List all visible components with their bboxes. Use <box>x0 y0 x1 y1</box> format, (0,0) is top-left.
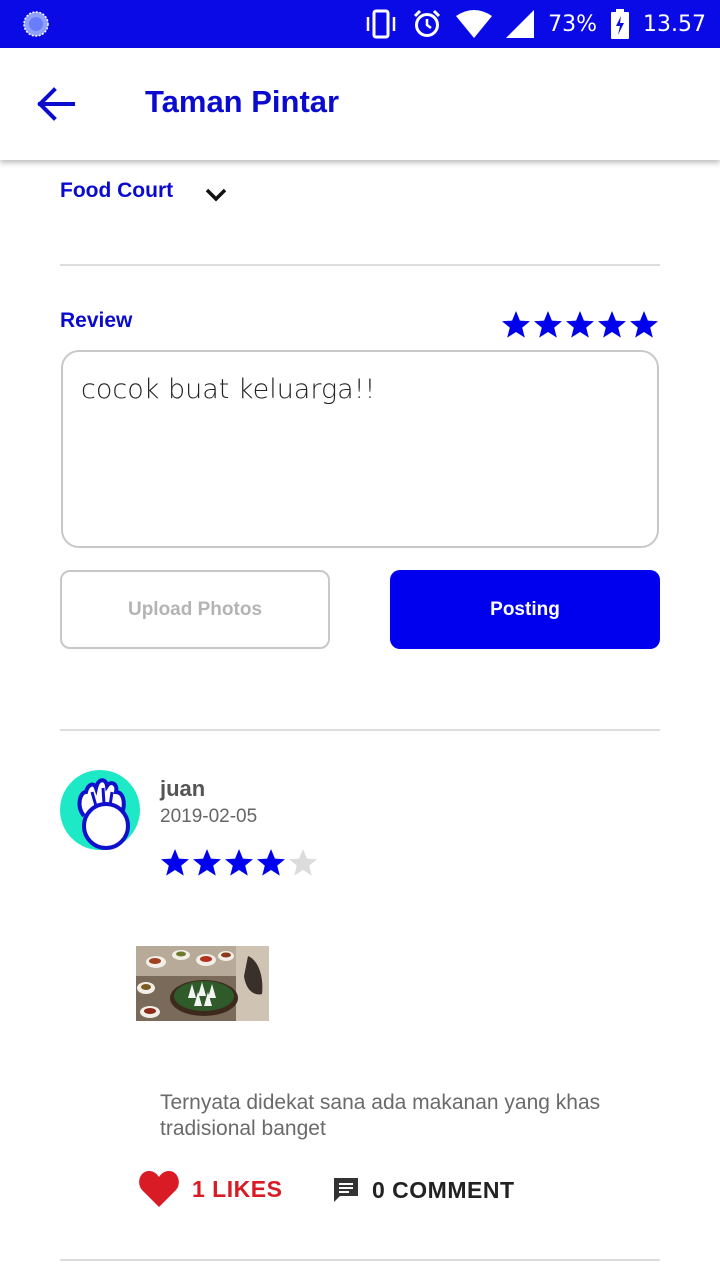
rating-input[interactable] <box>501 310 659 340</box>
battery-percent: 73% <box>548 11 598 37</box>
category-dropdown[interactable]: Food Court <box>60 178 229 204</box>
star-icon <box>193 849 221 876</box>
page-title: Taman Pintar <box>145 84 340 119</box>
post-text: Ternyata didekat sana ada makanan yang k… <box>160 1091 601 1140</box>
post-date: 2019-02-05 <box>160 806 258 827</box>
star-icon[interactable] <box>533 310 563 340</box>
category-label: Food Court <box>60 179 174 202</box>
review-textarea[interactable]: cocok buat keluarga!! <box>61 350 659 548</box>
divider <box>60 264 660 266</box>
chevron-down-icon <box>205 188 227 202</box>
arrow-back-icon[interactable] <box>36 86 76 122</box>
avatar <box>60 770 140 850</box>
vibrate-icon <box>366 9 396 39</box>
post-photo[interactable] <box>136 946 269 1021</box>
star-icon <box>225 849 253 876</box>
like-button[interactable]: 1 LIKES <box>138 1170 282 1208</box>
post-rating <box>160 848 318 878</box>
star-icon[interactable] <box>629 310 659 340</box>
review-label: Review <box>60 309 133 332</box>
heart-icon <box>139 1171 179 1207</box>
star-icon <box>289 849 317 876</box>
wifi-icon <box>456 10 493 38</box>
alarm-icon <box>414 9 441 37</box>
star-icon[interactable] <box>597 310 627 340</box>
likes-count: 1 LIKES <box>192 1175 283 1202</box>
star-icon <box>257 849 285 876</box>
comments-count: 0 COMMENT <box>372 1176 515 1203</box>
star-icon[interactable] <box>565 310 595 340</box>
comment-icon <box>334 1178 358 1202</box>
star-icon <box>161 849 189 876</box>
status-bar: 73% 13.57 <box>0 0 720 48</box>
divider <box>60 1259 660 1261</box>
comment-button[interactable]: 0 COMMENT <box>332 1176 515 1204</box>
clock: 13.57 <box>643 11 706 37</box>
signal-icon <box>506 10 535 38</box>
posting-button[interactable]: Posting <box>390 570 660 649</box>
data-saver-icon <box>23 11 49 37</box>
star-icon[interactable] <box>501 310 531 340</box>
divider <box>60 729 660 731</box>
app-bar: Taman Pintar <box>0 48 720 160</box>
upload-photos-button[interactable]: Upload Photos <box>60 570 330 649</box>
battery-charging-icon <box>611 9 630 39</box>
post-username[interactable]: juan <box>160 776 205 802</box>
